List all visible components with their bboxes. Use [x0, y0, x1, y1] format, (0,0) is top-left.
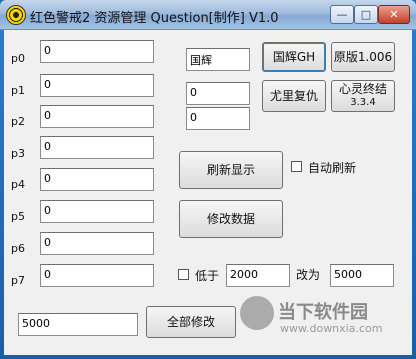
modify-button[interactable]: 修改数据: [179, 200, 283, 238]
p0-label: p0: [11, 52, 25, 65]
below-checkbox[interactable]: [178, 269, 189, 280]
below-field[interactable]: 2000: [226, 264, 290, 287]
p6-field[interactable]: 0: [40, 232, 154, 255]
mental-omega-version: 3.3.4: [350, 97, 376, 108]
field-b[interactable]: 0: [186, 107, 250, 130]
p0-field[interactable]: 0: [40, 40, 154, 63]
watermark-url: www.downxia.com: [280, 322, 383, 335]
app-icon: [6, 5, 26, 25]
p5-label: p5: [11, 210, 25, 223]
guohui-gh-button[interactable]: 国辉GH: [262, 42, 326, 72]
p3-field[interactable]: 0: [40, 136, 154, 159]
auto-refresh-label: 自动刷新: [308, 161, 357, 175]
p6-label: p6: [11, 242, 25, 255]
original-version-button[interactable]: 原版1.006: [331, 42, 395, 72]
p1-field[interactable]: 0: [40, 74, 154, 97]
refresh-button[interactable]: 刷新显示: [179, 151, 283, 189]
window-title: 红色警戒2 资源管理 Question[制作] V1.0: [30, 11, 279, 26]
watermark: 当下软件园 www.downxia.com: [236, 294, 414, 354]
minimize-button[interactable]: —: [330, 5, 354, 24]
mental-omega-button[interactable]: 心灵终结 3.3.4: [331, 80, 395, 112]
app-window: 红色警戒2 资源管理 Question[制作] V1.0 — □ ✕ p0 0 …: [0, 0, 416, 359]
auto-refresh-checkbox[interactable]: [291, 161, 302, 172]
close-button[interactable]: ✕: [378, 5, 410, 24]
p4-label: p4: [11, 178, 25, 191]
p2-field[interactable]: 0: [40, 105, 154, 128]
change-to-label: 改为: [296, 268, 321, 282]
watermark-logo-icon: [240, 296, 274, 330]
field-a[interactable]: 0: [186, 82, 250, 105]
p2-label: p2: [11, 115, 25, 128]
change-to-field[interactable]: 5000: [330, 264, 394, 287]
maximize-button[interactable]: □: [354, 5, 378, 24]
p7-label: p7: [11, 274, 25, 287]
country-field[interactable]: 国辉: [186, 48, 250, 71]
p1-label: p1: [11, 84, 25, 97]
mental-omega-label: 心灵终结: [338, 82, 387, 96]
title-bar: 红色警戒2 资源管理 Question[制作] V1.0 — □ ✕: [0, 0, 416, 30]
p4-field[interactable]: 0: [40, 168, 154, 191]
modify-all-button[interactable]: 全部修改: [146, 306, 236, 338]
below-label: 低于: [195, 269, 220, 283]
p7-field[interactable]: 0: [40, 264, 154, 287]
p3-label: p3: [11, 147, 25, 160]
p5-field[interactable]: 0: [40, 200, 154, 223]
bulk-value-field[interactable]: 5000: [18, 313, 138, 336]
watermark-text: 当下软件园: [278, 302, 368, 323]
yuri-button[interactable]: 尤里复仇: [262, 80, 326, 112]
